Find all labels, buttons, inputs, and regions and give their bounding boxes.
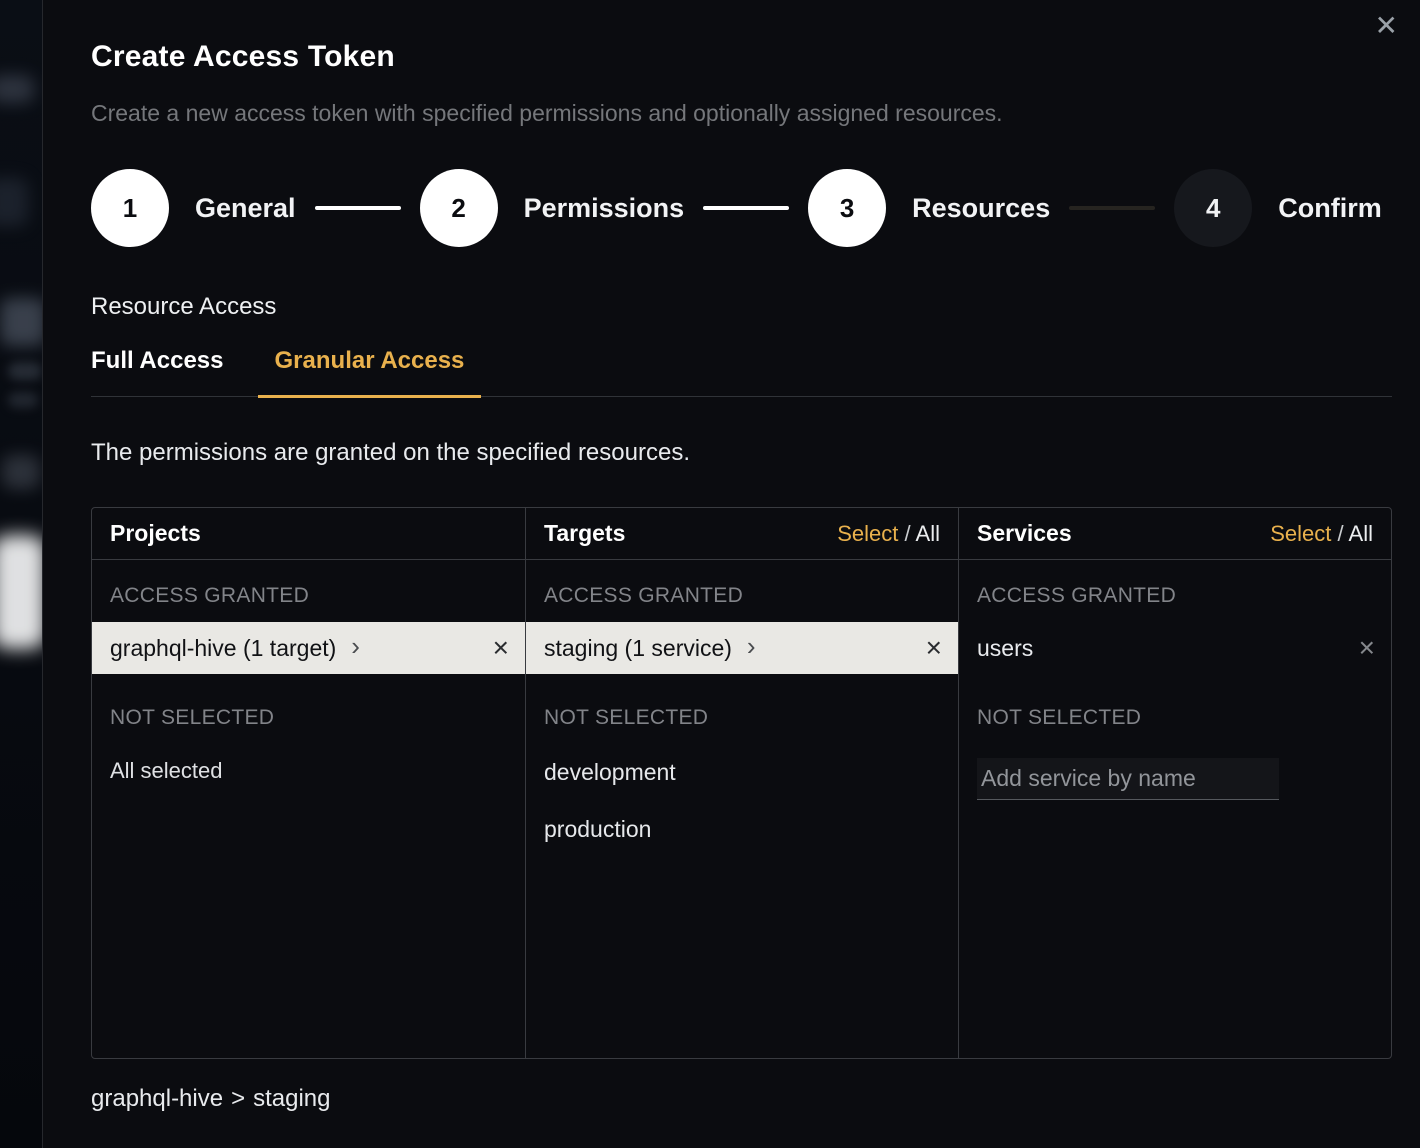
services-column-title: Services (977, 520, 1072, 547)
target-option-production[interactable]: production (526, 801, 958, 858)
access-mode-tabs: Full Access Granular Access (91, 347, 1392, 397)
step-label: General (195, 193, 296, 224)
step-confirm[interactable]: 4 Confirm (1174, 169, 1382, 247)
services-select-link[interactable]: Select (1270, 521, 1331, 546)
remove-service-icon[interactable]: × (1359, 634, 1375, 662)
add-service-input[interactable] (977, 758, 1279, 800)
selected-service-row[interactable]: users × (959, 622, 1391, 674)
selected-target-row[interactable]: staging (1 service) › × (526, 622, 958, 674)
target-option-development[interactable]: development (526, 744, 958, 801)
breadcrumb-target: staging (253, 1085, 330, 1112)
not-selected-label: NOT SELECTED (959, 674, 1391, 744)
not-selected-label: NOT SELECTED (526, 674, 958, 744)
targets-column: Targets Select / All ACCESS GRANTED stag… (525, 508, 958, 1058)
services-column-header: Services Select / All (959, 508, 1391, 560)
remove-target-icon[interactable]: × (926, 634, 942, 662)
stepper-connector (703, 206, 789, 210)
stepper: 1 General 2 Permissions 3 Resources 4 Co… (91, 169, 1392, 247)
targets-select-link[interactable]: Select (837, 521, 898, 546)
resource-access-heading: Resource Access (91, 293, 1392, 321)
access-granted-label: ACCESS GRANTED (959, 560, 1391, 622)
step-label: Resources (912, 193, 1050, 224)
modal-title: Create Access Token (91, 40, 1392, 74)
stepper-connector (315, 206, 401, 210)
tab-full-access[interactable]: Full Access (91, 347, 224, 396)
breadcrumb-project: graphql-hive (91, 1085, 223, 1112)
background-app (0, 0, 42, 1148)
selected-project-row[interactable]: graphql-hive (1 target) › × (92, 622, 525, 674)
background-blur-blob (0, 75, 34, 103)
background-blur-blob (0, 535, 42, 649)
granular-access-description: The permissions are granted on the speci… (91, 439, 1392, 467)
step-number-circle: 1 (91, 169, 169, 247)
projects-column: Projects ACCESS GRANTED graphql-hive (1 … (92, 508, 525, 1058)
access-granted-label: ACCESS GRANTED (526, 560, 958, 622)
projects-empty-text: All selected (92, 744, 525, 784)
background-blur-blob (2, 455, 40, 489)
services-select-all: Select / All (1270, 521, 1373, 547)
selected-target-label: staging (1 service) (544, 635, 732, 662)
step-number-circle: 4 (1174, 169, 1252, 247)
select-all-separator: / (905, 521, 911, 546)
step-resources[interactable]: 3 Resources (808, 169, 1050, 247)
targets-all-link[interactable]: All (916, 521, 940, 546)
selected-project-label: graphql-hive (1 target) (110, 635, 336, 662)
background-blur-blob (8, 392, 38, 408)
background-blur-blob (0, 178, 28, 226)
create-access-token-modal: ✕ Create Access Token Create a new acces… (42, 0, 1420, 1148)
chevron-right-icon: › (747, 633, 756, 659)
step-permissions[interactable]: 2 Permissions (420, 169, 685, 247)
access-granted-label: ACCESS GRANTED (92, 560, 525, 622)
close-icon[interactable]: ✕ (1375, 12, 1398, 40)
step-label: Permissions (524, 193, 685, 224)
background-blur-blob (0, 298, 42, 346)
breadcrumb: graphql-hive > staging (91, 1085, 1392, 1113)
projects-column-title: Projects (110, 520, 201, 547)
remove-project-icon[interactable]: × (493, 634, 509, 662)
resource-selection-table: Projects ACCESS GRANTED graphql-hive (1 … (91, 507, 1392, 1059)
chevron-right-icon: › (351, 633, 360, 659)
not-selected-label: NOT SELECTED (92, 674, 525, 744)
projects-column-header: Projects (92, 508, 525, 560)
targets-column-title: Targets (544, 520, 625, 547)
background-blur-blob (8, 362, 42, 380)
services-all-link[interactable]: All (1349, 521, 1373, 546)
step-label: Confirm (1278, 193, 1382, 224)
services-column: Services Select / All ACCESS GRANTED use… (958, 508, 1391, 1058)
selected-service-label: users (977, 635, 1033, 662)
step-general[interactable]: 1 General (91, 169, 296, 247)
targets-select-all: Select / All (837, 521, 940, 547)
breadcrumb-separator: > (231, 1085, 245, 1112)
modal-subtitle: Create a new access token with specified… (91, 100, 1392, 127)
tab-granular-access[interactable]: Granular Access (258, 347, 482, 398)
step-number-circle: 3 (808, 169, 886, 247)
step-number-circle: 2 (420, 169, 498, 247)
targets-column-header: Targets Select / All (526, 508, 958, 560)
select-all-separator: / (1338, 521, 1344, 546)
stepper-connector (1069, 206, 1155, 210)
